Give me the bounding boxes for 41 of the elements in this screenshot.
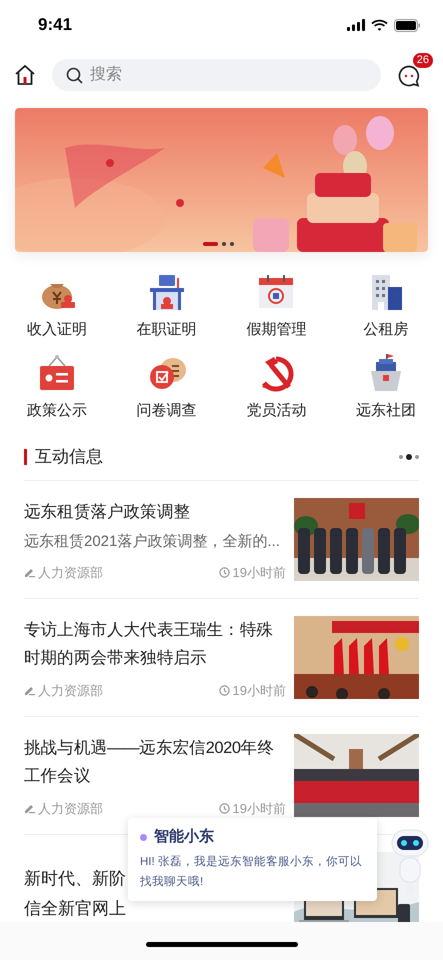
article-title: 信全新官网上 — [24, 898, 126, 920]
wifi-icon — [371, 19, 388, 31]
article-title: 远东租赁落户政策调整 — [24, 502, 192, 523]
article-title: 新时代、新阶 — [24, 868, 126, 890]
pen-icon — [24, 684, 35, 696]
clock-icon — [218, 802, 230, 814]
search-field[interactable]: 搜索 — [52, 59, 381, 91]
clock-icon — [218, 684, 230, 696]
article-time: 19小时前 — [232, 564, 286, 582]
article-author: 人力资源部 — [38, 564, 103, 582]
shortcut-button[interactable]: 公租房 — [331, 272, 441, 340]
pen-icon — [24, 566, 35, 578]
signal-icon — [347, 19, 365, 31]
shortcut-button[interactable]: 收入证明 — [2, 272, 112, 340]
assistant-message: HI! 张磊，我是远东智能客服小东，你可以找我聊天哦! — [140, 854, 363, 890]
unread-badge: 26 — [412, 53, 433, 68]
article-author: 人力资源部 — [38, 800, 103, 818]
shortcut-button[interactable]: 在职证明 — [112, 272, 222, 340]
home-button[interactable] — [14, 64, 36, 86]
shortcut-button[interactable]: 问卷调查 — [112, 353, 222, 421]
clock-icon — [218, 566, 230, 578]
chat-bubble-icon — [397, 64, 421, 88]
article-summary: 远东租赁2021落户政策调整，全新的... — [24, 532, 281, 552]
article-author: 人力资源部 — [38, 682, 103, 700]
status-time: 9:41 — [38, 14, 72, 36]
search-icon — [66, 66, 83, 84]
messages-button[interactable]: 26 — [397, 53, 433, 88]
assistant-popup[interactable]: 智能小东 HI! 张磊，我是远东智能客服小东，你可以找我聊天哦! — [128, 818, 377, 900]
article-time: 19小时前 — [232, 682, 286, 700]
section-title: 互动信息 — [35, 446, 103, 468]
shortcut-button[interactable]: 政策公示 — [2, 353, 112, 421]
assistant-name: 智能小东 — [154, 827, 214, 847]
shortcut-button[interactable]: 远东社团 — [331, 353, 441, 421]
shortcut-button[interactable]: 假期管理 — [222, 272, 332, 340]
article-title: 挑战与机遇——远东宏信2020年终工作会议 — [24, 738, 275, 787]
shortcut-button[interactable]: 党员活动 — [222, 353, 332, 421]
pen-icon — [24, 802, 35, 814]
article-title: 专访上海市人大代表王瑞生：特殊时期的两会带来独特启示 — [24, 620, 274, 669]
article-time: 19小时前 — [232, 800, 286, 818]
section-marker — [24, 449, 27, 465]
battery-icon — [394, 18, 421, 32]
